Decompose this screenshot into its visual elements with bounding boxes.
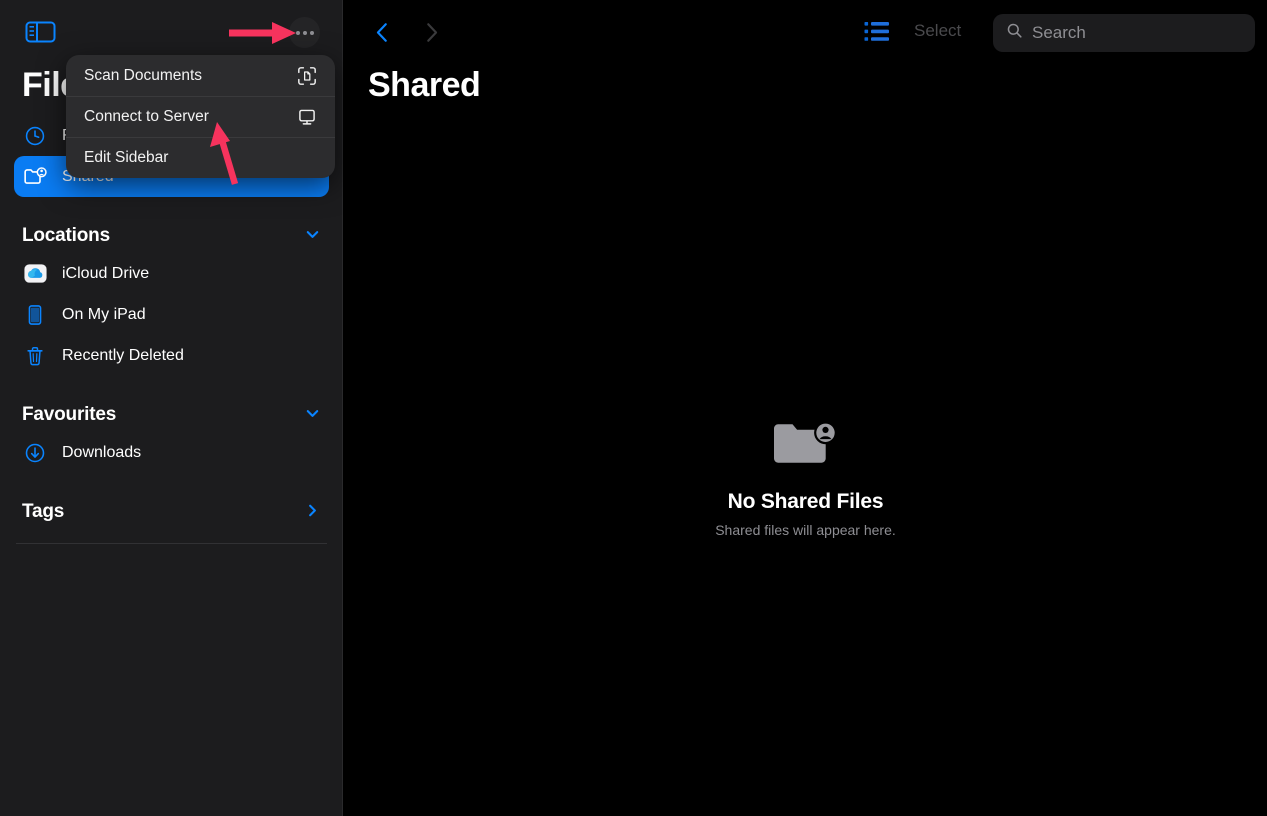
sidebar-section-favourites-header[interactable]: Favourites [0, 398, 343, 432]
list-view-icon [864, 22, 889, 41]
menu-item-label: Connect to Server [84, 108, 209, 125]
sidebar-item-label: iCloud Drive [62, 264, 150, 282]
search-icon [1006, 22, 1023, 44]
page-title: Shared [368, 66, 481, 104]
search-input[interactable]: Search [993, 14, 1255, 52]
files-app-window: Files Recents [0, 0, 1267, 816]
folder-person-icon [22, 164, 48, 190]
menu-item-connect-to-server[interactable]: Connect to Server [66, 96, 335, 137]
sidebar-item-label: Recently Deleted [62, 346, 184, 364]
sidebar-item-on-my-ipad[interactable]: On My iPad [14, 294, 329, 335]
empty-state-subtitle: Shared files will appear here. [715, 522, 896, 538]
download-circle-icon [22, 440, 48, 466]
chevron-right-icon [427, 22, 438, 42]
main-toolbar: Select Search [344, 0, 1267, 66]
sidebar-toggle-icon[interactable] [24, 18, 57, 46]
menu-item-label: Edit Sidebar [84, 149, 169, 166]
main-content-pane: Select Search Shared No Shared Files Sha… [344, 0, 1267, 816]
section-title: Favourites [22, 404, 117, 425]
ellipsis-icon [295, 30, 314, 35]
back-button[interactable] [368, 16, 398, 48]
sidebar-divider [16, 543, 327, 544]
more-options-menu: Scan Documents Connect to Server Edit Si… [66, 55, 335, 178]
no-icon [297, 148, 317, 168]
shared-folder-icon [771, 418, 841, 470]
select-button[interactable]: Select [914, 21, 961, 41]
empty-state-title: No Shared Files [727, 490, 884, 513]
search-placeholder: Search [1032, 23, 1086, 42]
chevron-down-icon[interactable] [304, 405, 321, 425]
ipad-icon [22, 302, 48, 328]
icloud-drive-icon [22, 261, 48, 287]
sidebar-section-locations-header[interactable]: Locations [0, 219, 343, 253]
clock-icon [22, 123, 48, 149]
sidebar-item-label: On My iPad [62, 305, 146, 323]
sidebar-more-button[interactable] [289, 17, 320, 48]
section-title: Locations [22, 225, 110, 246]
display-monitor-icon [297, 107, 317, 127]
menu-item-edit-sidebar[interactable]: Edit Sidebar [66, 137, 335, 178]
section-title: Tags [22, 501, 65, 522]
sidebar-section-tags-header[interactable]: Tags [0, 495, 343, 529]
menu-item-scan-documents[interactable]: Scan Documents [66, 55, 335, 96]
sidebar-item-label: Downloads [62, 443, 142, 461]
list-view-button[interactable] [863, 19, 891, 45]
empty-state: No Shared Files Shared files will appear… [344, 418, 1267, 538]
document-scanner-icon [297, 66, 317, 86]
chevron-right-icon[interactable] [304, 502, 321, 522]
sidebar-item-downloads[interactable]: Downloads [14, 432, 329, 473]
menu-item-label: Scan Documents [84, 66, 203, 84]
sidebar: Files Recents [0, 0, 343, 816]
forward-button[interactable] [416, 16, 446, 48]
sidebar-primary-list: Recents Shared Locations [0, 115, 343, 544]
chevron-left-icon [376, 22, 387, 42]
chevron-down-icon[interactable] [304, 226, 321, 246]
trash-icon [22, 343, 48, 369]
sidebar-item-icloud-drive[interactable]: iCloud Drive [14, 253, 329, 294]
sidebar-item-recently-deleted[interactable]: Recently Deleted [14, 335, 329, 376]
